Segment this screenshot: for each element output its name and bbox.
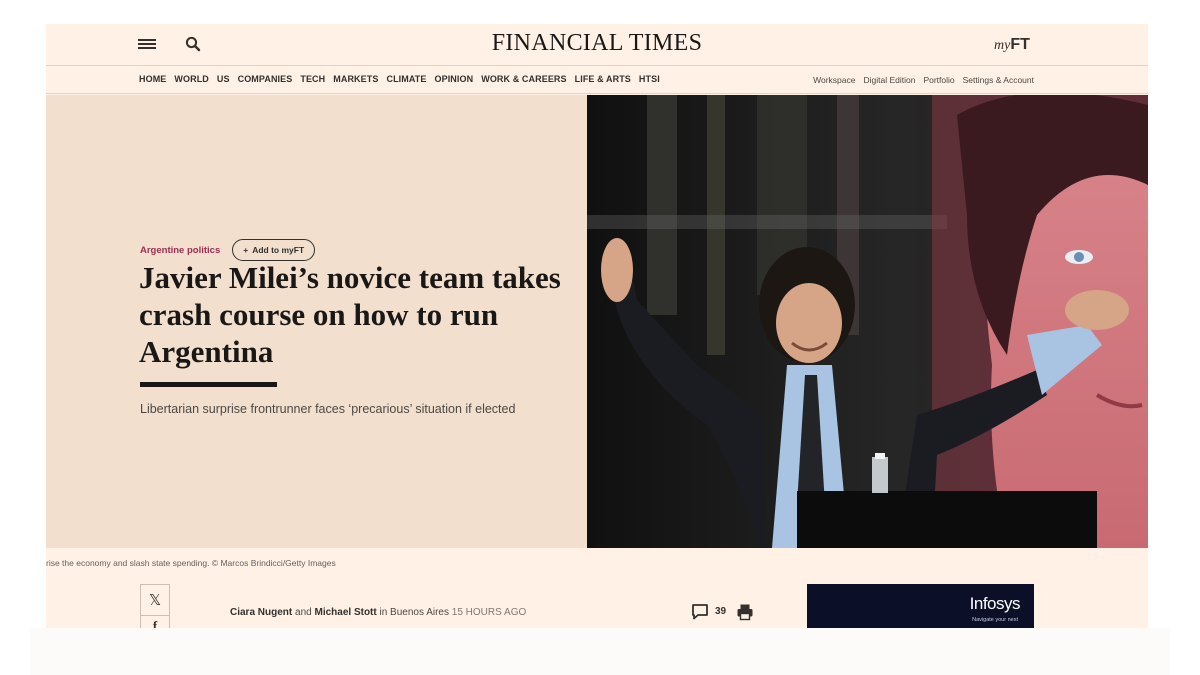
account-nav: Workspace Digital Edition Portfolio Sett… [813, 75, 1034, 85]
author-link[interactable]: Ciara Nugent [230, 607, 292, 618]
article-headline: Javier Milei’s novice team takes crash c… [139, 260, 561, 369]
nav-world[interactable]: WORLD [174, 74, 209, 84]
print-button[interactable] [736, 603, 754, 626]
image-caption: rise the economy and slash state spendin… [46, 558, 336, 568]
hero-text-panel: Argentine politics + Add to myFT Javier … [46, 95, 587, 548]
masthead-logo[interactable]: FINANCIAL TIMES [46, 30, 1148, 57]
nav-climate[interactable]: CLIMATE [386, 74, 426, 84]
nav-home[interactable]: HOME [139, 74, 166, 84]
ad-brand: Infosys [969, 594, 1021, 613]
hero-image [587, 95, 1148, 548]
nav-markets[interactable]: MARKETS [333, 74, 378, 84]
add-to-myft-label: Add to myFT [252, 245, 305, 255]
nav-workspace[interactable]: Workspace [813, 75, 855, 85]
nav-companies[interactable]: COMPANIES [238, 74, 293, 84]
ft-article-page: FINANCIAL TIMES myFT HOME WORLD US COMPA… [46, 24, 1148, 628]
x-icon: 𝕏 [148, 592, 162, 609]
article-standfirst: Libertarian surprise frontrunner faces ‘… [140, 402, 516, 416]
nav-portfolio[interactable]: Portfolio [923, 75, 954, 85]
plus-icon: + [243, 245, 249, 255]
facebook-icon: f [152, 618, 158, 628]
publish-time: 15 HOURS AGO [451, 607, 527, 618]
nav-opinion[interactable]: OPINION [435, 74, 474, 84]
topic-link[interactable]: Argentine politics [140, 245, 220, 256]
nav-life-arts[interactable]: LIFE & ARTS [575, 74, 631, 84]
nav-digital-edition[interactable]: Digital Edition [863, 75, 915, 85]
share-facebook-button[interactable]: f [140, 615, 170, 628]
comments-link[interactable]: 39 [691, 603, 726, 620]
comment-icon [692, 604, 708, 620]
myft-ft-text: FT [1010, 36, 1030, 53]
byline-and: and [295, 607, 312, 618]
author-link[interactable]: Michael Stott [314, 607, 376, 618]
infosys-ad-banner[interactable]: Infosys Navigate your next [807, 584, 1034, 628]
myft-my-text: my [994, 38, 1011, 53]
nav-work-careers[interactable]: WORK & CAREERS [481, 74, 566, 84]
print-icon [737, 604, 753, 621]
nav-htsi[interactable]: HTSI [639, 74, 660, 84]
ad-slogan: Navigate your next [972, 617, 1018, 623]
article-byline: Ciara Nugent and Michael Stott in Buenos… [230, 607, 526, 618]
byline-location: in Buenos Aires [379, 607, 450, 618]
headline-rule [140, 382, 277, 387]
site-header: FINANCIAL TIMES myFT [46, 24, 1148, 66]
add-to-myft-button[interactable]: + Add to myFT [232, 239, 316, 261]
share-x-button[interactable]: 𝕏 [140, 584, 170, 616]
nav-tech[interactable]: TECH [300, 74, 325, 84]
article-tagline: Argentine politics + Add to myFT [140, 239, 316, 261]
section-nav: HOME WORLD US COMPANIES TECH MARKETS CLI… [139, 74, 660, 84]
below-fold-area [30, 628, 1170, 675]
main-navigation: HOME WORLD US COMPANIES TECH MARKETS CLI… [46, 66, 1148, 94]
nav-us[interactable]: US [217, 74, 230, 84]
nav-settings-account[interactable]: Settings & Account [963, 75, 1034, 85]
myft-link[interactable]: myFT [994, 34, 1030, 54]
comments-count: 39 [715, 606, 727, 617]
